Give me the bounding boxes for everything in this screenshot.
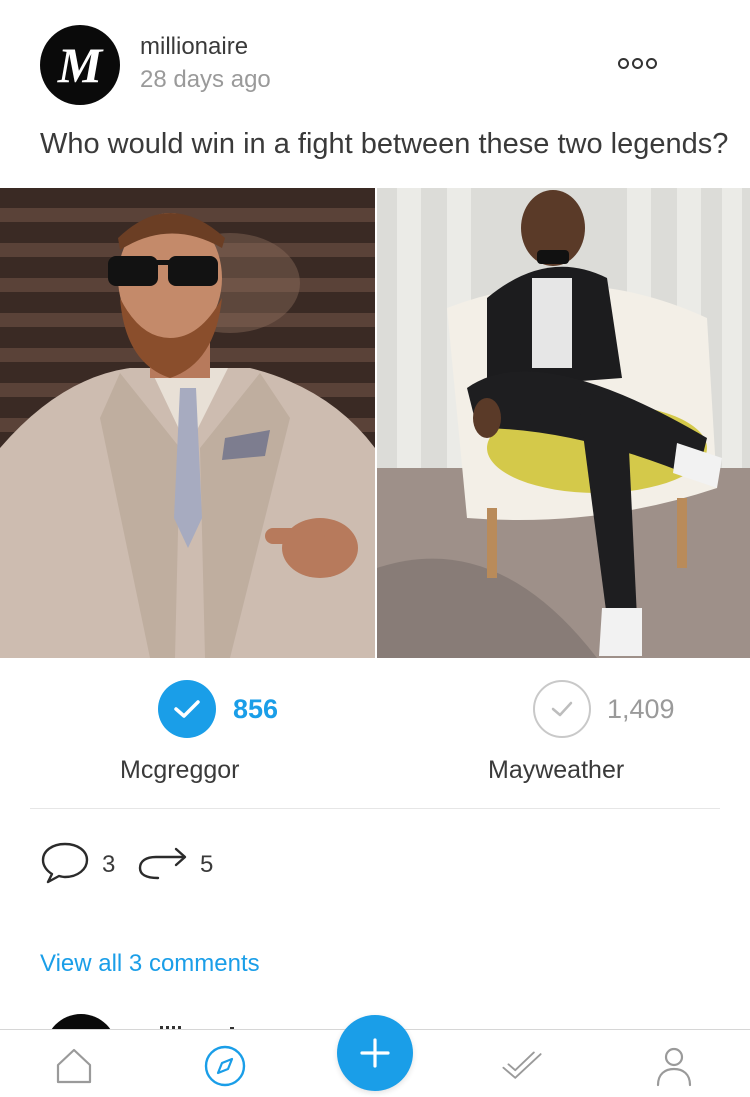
- create-post-button[interactable]: [337, 1015, 413, 1091]
- repost-button[interactable]: [136, 840, 192, 890]
- option-label-right: Mayweather: [488, 756, 625, 784]
- tab-votes[interactable]: [500, 1044, 544, 1088]
- author-avatar[interactable]: M: [40, 25, 120, 105]
- tab-profile[interactable]: [652, 1044, 696, 1088]
- plus-icon: [360, 1038, 390, 1068]
- option-label-left: Mcgreggor: [120, 756, 240, 784]
- comment-count: 3: [102, 851, 116, 878]
- vote-count: 1,409: [607, 694, 675, 724]
- vote-check-button[interactable]: [533, 680, 591, 738]
- vote-option-mcgreggor[interactable]: 856: [158, 680, 298, 740]
- more-options-icon: [646, 57, 657, 69]
- person-icon: [656, 1047, 692, 1087]
- more-options-button[interactable]: [618, 52, 670, 74]
- repost-count: 5: [200, 851, 214, 878]
- check-icon: [174, 700, 200, 718]
- comment-bubble-icon: [41, 842, 89, 884]
- home-icon: [56, 1048, 92, 1084]
- compass-icon: [204, 1045, 246, 1087]
- vote-count: 856: [233, 694, 279, 724]
- poll-option-image-left[interactable]: [0, 188, 375, 658]
- view-all-comments-link[interactable]: View all 3 comments: [40, 950, 260, 978]
- tab-home[interactable]: [52, 1044, 96, 1088]
- post-timestamp: 28 days ago: [140, 66, 271, 93]
- comment-button[interactable]: [40, 840, 92, 890]
- post-header: M millionaire 28 days ago: [0, 0, 750, 120]
- poll-option-image-right[interactable]: [377, 188, 750, 658]
- more-options-icon: [632, 57, 643, 69]
- repost-arrow-icon: [138, 847, 187, 880]
- tab-explore[interactable]: [203, 1044, 247, 1088]
- vote-option-mayweather[interactable]: 1,409: [533, 680, 693, 740]
- check-icon: [551, 701, 573, 717]
- divider: [30, 808, 720, 809]
- poll-question: Who would win in a fight between these t…: [40, 128, 729, 160]
- author-name[interactable]: millionaire: [140, 33, 248, 61]
- check-icon: [502, 1051, 542, 1079]
- more-options-icon: [618, 57, 629, 69]
- vote-check-button[interactable]: [158, 680, 216, 738]
